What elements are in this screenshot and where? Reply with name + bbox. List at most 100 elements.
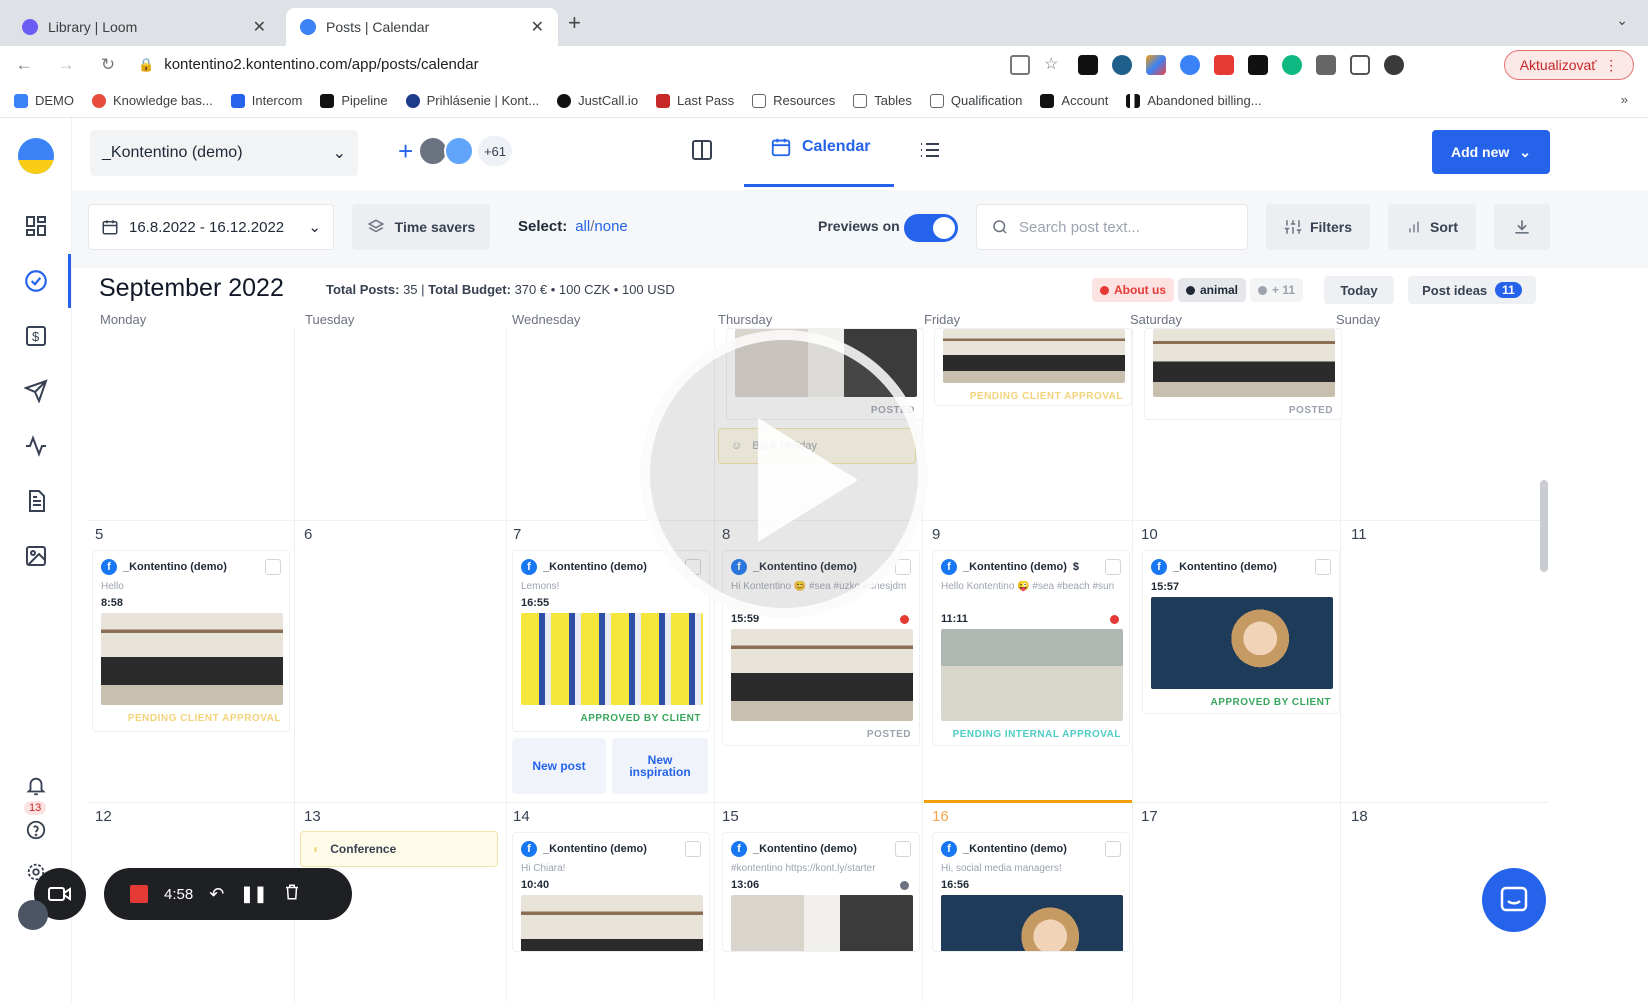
- more-users-count[interactable]: +61: [478, 136, 512, 166]
- budget-icon[interactable]: $: [22, 322, 50, 350]
- extension-icon[interactable]: [1146, 55, 1166, 75]
- update-button[interactable]: Aktualizovať ⋮: [1504, 50, 1634, 80]
- tag-chip-animal[interactable]: animal: [1178, 278, 1247, 302]
- search-box[interactable]: Search post text...: [976, 204, 1248, 250]
- extension-icon[interactable]: [1282, 55, 1302, 75]
- list-view-icon[interactable]: [918, 138, 946, 166]
- select-checkbox[interactable]: [1105, 841, 1121, 857]
- more-bookmarks-icon[interactable]: »: [1621, 92, 1628, 107]
- page-name: _Kontentino (demo): [1173, 561, 1277, 573]
- select-none-link[interactable]: none: [594, 218, 627, 235]
- undo-icon[interactable]: ↶: [209, 884, 224, 905]
- conference-event[interactable]: ◐ Conference: [300, 831, 498, 867]
- user-avatar[interactable]: [18, 900, 48, 930]
- close-icon[interactable]: ✕: [253, 17, 266, 37]
- select-checkbox[interactable]: [265, 559, 281, 575]
- extension-icon[interactable]: [1214, 55, 1234, 75]
- select-all-link[interactable]: all: [575, 218, 590, 235]
- bookmark-resources[interactable]: Resources: [752, 93, 835, 108]
- bookmark-account[interactable]: Account: [1040, 93, 1108, 108]
- trash-icon[interactable]: [283, 883, 301, 905]
- post-card-fri16[interactable]: f _Kontentino (demo) Hi, social media man…: [932, 832, 1130, 952]
- extension-icon[interactable]: [1248, 55, 1268, 75]
- scrollbar-thumb[interactable]: [1540, 480, 1548, 572]
- post-card-wed14[interactable]: f _Kontentino (demo) Hi Chiara! 10:40: [512, 832, 710, 952]
- analytics-icon[interactable]: [22, 432, 50, 460]
- video-play-overlay-icon[interactable]: [640, 330, 928, 618]
- send-icon[interactable]: [22, 377, 50, 405]
- puzzle-icon[interactable]: [1316, 55, 1336, 75]
- select-checkbox[interactable]: [685, 841, 701, 857]
- post-image: [943, 329, 1125, 383]
- sort-button[interactable]: Sort: [1388, 204, 1476, 250]
- bookmark-knowledge[interactable]: Knowledge bas...: [92, 93, 213, 108]
- select-checkbox[interactable]: [895, 841, 911, 857]
- chevron-down-icon[interactable]: ⌄: [1616, 12, 1628, 29]
- download-button[interactable]: [1494, 204, 1550, 250]
- extension-icon[interactable]: [1112, 55, 1132, 75]
- forward-icon[interactable]: →: [48, 55, 84, 75]
- post-ideas-button[interactable]: Post ideas 11: [1408, 276, 1536, 304]
- bookmark-prihlasenie[interactable]: Prihlásenie | Kont...: [405, 93, 539, 108]
- post-card-saturday-week1[interactable]: POSTED: [1144, 328, 1342, 420]
- reload-icon[interactable]: ↻: [90, 55, 126, 75]
- bookmark-justcall[interactable]: JustCall.io: [557, 93, 638, 108]
- stop-recording-button[interactable]: [130, 885, 148, 903]
- bell-icon[interactable]: [22, 772, 50, 800]
- add-user-button[interactable]: +: [398, 136, 413, 167]
- chat-launcher-button[interactable]: [1482, 868, 1546, 932]
- extension-p-icon[interactable]: [1078, 55, 1098, 75]
- add-new-button[interactable]: Add new ⌄: [1432, 130, 1550, 174]
- tab-posts-calendar[interactable]: Posts | Calendar ✕: [286, 8, 558, 46]
- select-checkbox[interactable]: [1105, 559, 1121, 575]
- post-card-fri9[interactable]: f _Kontentino (demo) $ Hello Kontentino 😜 …: [932, 550, 1130, 746]
- today-button[interactable]: Today: [1324, 276, 1394, 304]
- back-icon[interactable]: ←: [6, 55, 42, 75]
- post-card-mon5[interactable]: f _Kontentino (demo) Hello 8:58 PENDING C…: [92, 550, 290, 732]
- bookmark-lastpass[interactable]: Last Pass: [656, 93, 734, 108]
- bookmark-tables[interactable]: Tables: [853, 93, 912, 108]
- date-range-picker[interactable]: 16.8.2022 - 16.12.2022 ⌄: [88, 204, 334, 250]
- new-post-button[interactable]: New post: [512, 738, 606, 794]
- workspace-selector[interactable]: _Kontentino (demo) ⌄: [90, 130, 358, 176]
- tag-chip-about-us[interactable]: About us: [1092, 278, 1174, 302]
- tag-chip-more[interactable]: + 11: [1250, 278, 1304, 302]
- new-tab-button[interactable]: +: [568, 10, 581, 36]
- close-icon[interactable]: ✕: [531, 17, 544, 37]
- posts-check-icon[interactable]: [22, 267, 50, 295]
- document-icon[interactable]: [22, 487, 50, 515]
- post-card-sat10[interactable]: f _Kontentino (demo) 15:57 APPROVED BY CL…: [1142, 550, 1340, 714]
- bookmark-label: DEMO: [35, 93, 74, 108]
- share-icon[interactable]: [1010, 55, 1030, 75]
- previews-toggle[interactable]: [904, 214, 958, 242]
- sidepanel-icon[interactable]: [1350, 55, 1370, 75]
- post-card-wed7[interactable]: f _Kontentino (demo) Lemons! 16:55 APPROV…: [512, 550, 710, 732]
- search-input[interactable]: Search post text...: [1019, 219, 1140, 236]
- layers-icon: [367, 219, 384, 233]
- profile-avatar[interactable]: [1384, 55, 1404, 75]
- filters-button[interactable]: Filters: [1266, 204, 1370, 250]
- help-icon[interactable]: [22, 816, 50, 844]
- new-inspiration-button[interactable]: New inspiration: [612, 738, 708, 794]
- user-avatar[interactable]: [444, 136, 474, 166]
- time-savers-button[interactable]: Time savers: [352, 204, 490, 250]
- select-checkbox[interactable]: [1315, 559, 1331, 575]
- bookmark-qualification[interactable]: Qualification: [929, 93, 1022, 108]
- pause-icon[interactable]: ❚❚: [240, 884, 267, 904]
- star-icon[interactable]: ☆: [1044, 55, 1064, 75]
- tab-loom-library[interactable]: Library | Loom ✕: [8, 8, 280, 46]
- address-bar[interactable]: 🔒 kontentino2.kontentino.com/app/posts/ca…: [138, 56, 479, 73]
- kanban-view-icon[interactable]: [690, 138, 718, 166]
- tab-calendar[interactable]: Calendar: [770, 136, 870, 158]
- post-card-friday-week1[interactable]: PENDING CLIENT APPROVAL: [934, 328, 1132, 406]
- post-card-thu15[interactable]: f _Kontentino (demo) #kontentino https://…: [722, 832, 920, 952]
- extension-icon[interactable]: [1180, 55, 1200, 75]
- dashboard-icon[interactable]: [22, 212, 50, 240]
- bookmark-intercom[interactable]: Intercom: [230, 93, 302, 108]
- kontentino-logo[interactable]: [18, 138, 54, 174]
- media-library-icon[interactable]: [22, 542, 50, 570]
- filter-bar: 16.8.2022 - 16.12.2022 ⌄ Time savers Sel…: [72, 190, 1648, 268]
- bookmark-abandoned-billing[interactable]: Abandoned billing...: [1126, 93, 1262, 108]
- bookmark-pipeline[interactable]: Pipeline: [320, 93, 388, 108]
- bookmark-demo[interactable]: DEMO: [14, 93, 74, 108]
